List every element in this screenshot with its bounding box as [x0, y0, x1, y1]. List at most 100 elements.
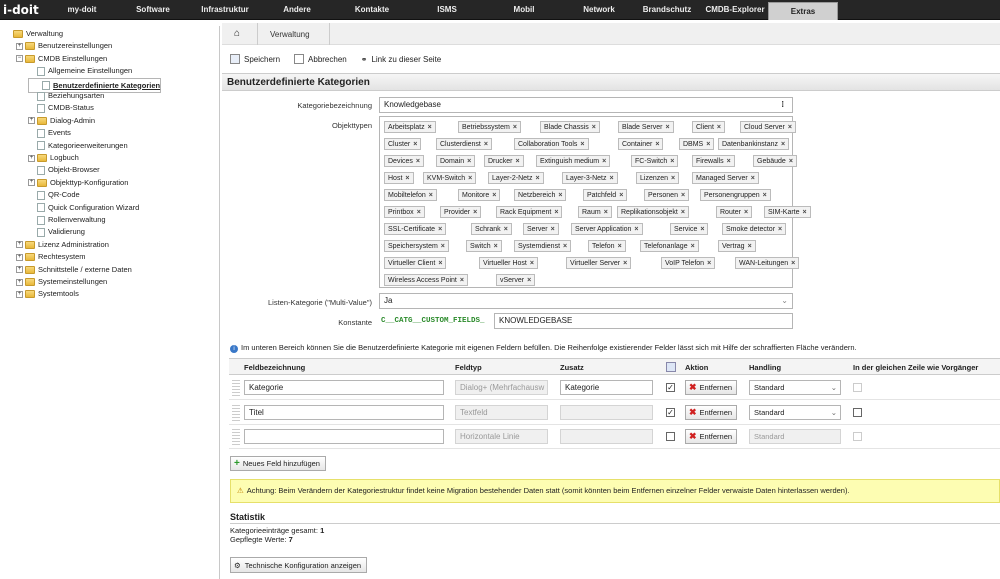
objecttype-tag[interactable]: Telefon ×	[588, 240, 626, 252]
nav-tab-infrastruktur[interactable]: Infrastruktur	[188, 0, 262, 20]
objecttype-tag[interactable]: Clusterdienst ×	[436, 138, 492, 150]
objecttype-tag[interactable]: WAN-Leitungen ×	[735, 257, 800, 269]
nav-tab-brandschutz[interactable]: Brandschutz	[632, 0, 702, 20]
remove-tag-icon[interactable]: ×	[416, 158, 420, 165]
page-link-button[interactable]: ⚭ Link zu dieser Seite	[361, 55, 442, 64]
field-type-select[interactable]: Dialog+ (Mehrfachausw	[455, 380, 548, 395]
objecttype-tag[interactable]: Blade Server ×	[618, 121, 674, 133]
objecttype-tag[interactable]: SIM-Karte ×	[764, 206, 811, 218]
extra-input[interactable]	[560, 404, 653, 420]
constant-field[interactable]: KNOWLEDGEBASE	[494, 313, 793, 329]
remove-tag-icon[interactable]: ×	[744, 209, 748, 216]
handling-select[interactable]: Standard ⌄	[749, 380, 841, 395]
sidebar-item-objekttyp-konfiguration[interactable]: + Objekttyp-Konfiguration	[28, 177, 128, 189]
sidebar-item-kategorieerweiterungen[interactable]: Kategorieerweiterungen	[28, 140, 128, 152]
objecttype-tag[interactable]: Server Application ×	[571, 223, 643, 235]
objecttype-tag[interactable]: Betriebssystem ×	[458, 121, 521, 133]
handling-select[interactable]: Standard	[749, 429, 841, 444]
expand-toggle-icon[interactable]: +	[16, 278, 23, 286]
objecttype-tag[interactable]: Personengruppen ×	[700, 189, 771, 201]
nav-tab-kontakte[interactable]: Kontakte	[332, 0, 412, 20]
expand-toggle-icon[interactable]: −	[16, 55, 23, 63]
same-row-checkbox[interactable]	[853, 383, 862, 392]
nav-tab-my-doit[interactable]: my-doit	[46, 0, 118, 20]
remove-field-button[interactable]: ✖ Entfernen	[685, 380, 737, 395]
remove-tag-icon[interactable]: ×	[791, 260, 795, 267]
objecttype-tag[interactable]: Extinguish medium ×	[536, 155, 611, 167]
objecttype-tag[interactable]: Service ×	[670, 223, 709, 235]
objecttype-tag[interactable]: Schrank ×	[471, 223, 512, 235]
remove-tag-icon[interactable]: ×	[405, 175, 409, 182]
objecttype-tag[interactable]: Raum ×	[578, 206, 612, 218]
remove-tag-icon[interactable]: ×	[558, 192, 562, 199]
sidebar-item-lizenz-administration[interactable]: + Lizenz Administration	[16, 239, 109, 251]
remove-tag-icon[interactable]: ×	[778, 226, 782, 233]
show-technical-config-button[interactable]: ⚙ Technische Konfiguration anzeigen	[230, 557, 367, 573]
multivalue-select[interactable]: Ja ⌄	[379, 293, 793, 309]
remove-tag-icon[interactable]: ×	[530, 260, 534, 267]
objecttype-tag[interactable]: Printbox ×	[384, 206, 425, 218]
sidebar-item-quick-configuration-wizard[interactable]: Quick Configuration Wizard	[28, 202, 139, 214]
objecttype-tag[interactable]: Lizenzen ×	[636, 172, 680, 184]
remove-tag-icon[interactable]: ×	[467, 158, 471, 165]
remove-tag-icon[interactable]: ×	[592, 124, 596, 131]
remove-tag-icon[interactable]: ×	[516, 158, 520, 165]
objecttype-tag[interactable]: Rack Equipment ×	[496, 206, 563, 218]
expand-toggle-icon[interactable]: +	[16, 266, 23, 274]
remove-tag-icon[interactable]: ×	[670, 158, 674, 165]
sidebar-item-objekt-browser[interactable]: Objekt-Browser	[28, 164, 100, 176]
nav-tab-andere[interactable]: Andere	[262, 0, 332, 20]
same-row-checkbox[interactable]	[853, 407, 862, 417]
objecttype-tag[interactable]: VoIP Telefon ×	[661, 257, 716, 269]
remove-tag-icon[interactable]: ×	[789, 158, 793, 165]
objecttype-tag[interactable]: Netzbereich ×	[514, 189, 567, 201]
visibility-checkbox[interactable]	[666, 432, 675, 441]
objecttype-tag[interactable]: Vertrag ×	[718, 240, 756, 252]
objecttype-tag[interactable]: Datenbankinstanz ×	[718, 138, 790, 150]
remove-tag-icon[interactable]: ×	[707, 260, 711, 267]
remove-tag-icon[interactable]: ×	[803, 209, 807, 216]
objecttype-tag[interactable]: Router ×	[716, 206, 753, 218]
objecttype-tag[interactable]: Managed Server ×	[692, 172, 759, 184]
nav-tab-isms[interactable]: ISMS	[412, 0, 482, 20]
drag-handle[interactable]	[232, 404, 240, 421]
remove-tag-icon[interactable]: ×	[492, 192, 496, 199]
sidebar-item-rollenverwaltung[interactable]: Rollenverwaltung	[28, 214, 106, 226]
sidebar-item-systemeinstellungen[interactable]: + Systemeinstellungen	[16, 276, 107, 288]
objecttype-tag[interactable]: Server ×	[523, 223, 559, 235]
remove-tag-icon[interactable]: ×	[554, 209, 558, 216]
sidebar-item-cmdb-status[interactable]: CMDB-Status	[28, 102, 94, 114]
remove-tag-icon[interactable]: ×	[609, 175, 613, 182]
remove-tag-icon[interactable]: ×	[717, 124, 721, 131]
breadcrumb-item-verwaltung[interactable]: Verwaltung	[270, 30, 310, 39]
extra-input[interactable]	[560, 429, 653, 444]
objecttype-tag[interactable]: Wireless Access Point ×	[384, 274, 468, 286]
remove-tag-icon[interactable]: ×	[700, 226, 704, 233]
app-logo[interactable]: i-doit	[3, 2, 41, 18]
objecttype-tag[interactable]: vServer ×	[496, 274, 536, 286]
cancel-button[interactable]: Abbrechen	[294, 54, 347, 64]
objecttypes-selector[interactable]: Arbeitsplatz × Betriebssystem × Blade Chassi…	[379, 116, 811, 288]
remove-tag-icon[interactable]: ×	[580, 141, 584, 148]
field-name-input[interactable]: Titel	[244, 404, 444, 420]
remove-tag-icon[interactable]: ×	[681, 209, 685, 216]
objecttype-tag[interactable]: Blade Chassis ×	[540, 121, 600, 133]
objecttype-tag[interactable]: Virtueller Client ×	[384, 257, 447, 269]
remove-tag-icon[interactable]: ×	[429, 192, 433, 199]
same-row-checkbox[interactable]	[853, 432, 862, 441]
field-name-input[interactable]	[244, 429, 444, 444]
expand-toggle-icon[interactable]: +	[16, 290, 23, 298]
remove-tag-icon[interactable]: ×	[604, 209, 608, 216]
objecttype-tag[interactable]: FC-Switch ×	[631, 155, 679, 167]
remove-tag-icon[interactable]: ×	[535, 175, 539, 182]
remove-tag-icon[interactable]: ×	[468, 175, 472, 182]
remove-tag-icon[interactable]: ×	[441, 243, 445, 250]
objecttype-tag[interactable]: Smoke detector ×	[722, 223, 787, 235]
sidebar-item-systemtools[interactable]: + Systemtools	[16, 288, 79, 300]
extra-input[interactable]: Kategorie	[560, 380, 653, 395]
remove-tag-icon[interactable]: ×	[484, 141, 488, 148]
remove-tag-icon[interactable]: ×	[781, 141, 785, 148]
sidebar-item-validierung[interactable]: Validierung	[28, 226, 85, 238]
objecttype-tag[interactable]: Layer-3-Netz ×	[562, 172, 618, 184]
objecttype-tag[interactable]: Drucker ×	[484, 155, 524, 167]
